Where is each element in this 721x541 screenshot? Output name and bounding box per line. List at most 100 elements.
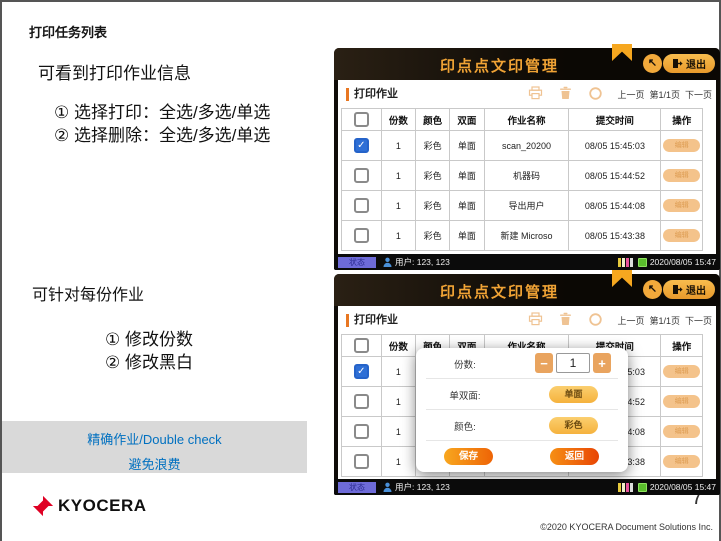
pagination: 上一页 第1/1页 下一页: [617, 314, 712, 327]
header-action: 操作: [661, 335, 703, 357]
trash-icon[interactable]: [557, 86, 574, 102]
exit-door-icon: [672, 284, 683, 295]
cell-copies: 1: [381, 191, 415, 221]
select-all-checkbox[interactable]: [354, 112, 369, 127]
refresh-icon[interactable]: [587, 86, 604, 102]
cell-copies: 1: [381, 161, 415, 191]
user-icon: [383, 257, 392, 267]
next-page-button[interactable]: 下一页: [685, 88, 712, 101]
cell-time: 08/05 15:45:03: [569, 131, 661, 161]
kyocera-logo-icon: [32, 495, 54, 517]
cell-copies: 1: [381, 387, 415, 417]
edit-job-button[interactable]: 编辑: [663, 229, 700, 242]
duplex-label: 单双面:: [416, 388, 514, 402]
edit-job-button[interactable]: 编辑: [663, 455, 700, 468]
status-right: 2020/08/05 15:47: [618, 482, 716, 492]
jobs-toolbar: 上一页 第1/1页 下一页: [527, 86, 712, 102]
page-title: 打印任务列表: [29, 22, 107, 41]
select-all-checkbox[interactable]: [354, 338, 369, 353]
cell-color: 彩色: [415, 191, 449, 221]
app-screenshot-edit-dialog: 印点点文印管理 ↖ 退出 打印作业 上一页 第1/1页 下一页: [334, 274, 720, 495]
copies-input[interactable]: [556, 353, 590, 373]
dialog-color-row: 颜色: 彩色: [416, 410, 628, 441]
table-row: 1彩色单面新建 Microso08/05 15:43:38编辑: [342, 221, 703, 251]
dialog-copies-row: 份数: − +: [416, 348, 628, 379]
copies-minus-button[interactable]: −: [535, 353, 553, 373]
back-circle-icon[interactable]: ↖: [643, 54, 662, 73]
copies-plus-button[interactable]: +: [593, 353, 611, 373]
duplex-toggle-button[interactable]: 单面: [549, 386, 598, 403]
header-duplex: 双面: [450, 109, 484, 131]
exit-label: 退出: [686, 282, 706, 297]
panel-title: 打印作业: [346, 314, 398, 327]
header-time: 提交时间: [569, 109, 661, 131]
color-toggle-button[interactable]: 彩色: [549, 417, 598, 434]
prev-page-button[interactable]: 上一页: [617, 314, 644, 327]
table-row: 1彩色单面导出用户08/05 15:44:08编辑: [342, 191, 703, 221]
row-checkbox[interactable]: [354, 454, 369, 469]
logged-in-user: 用户: 123, 123: [395, 256, 450, 268]
pagination: 上一页 第1/1页 下一页: [617, 88, 712, 101]
table-header-row: 份数 颜色 双面 作业名称 提交时间 操作: [342, 109, 703, 131]
cell-time: 08/05 15:44:52: [569, 161, 661, 191]
next-page-button[interactable]: 下一页: [685, 314, 712, 327]
trash-icon[interactable]: [557, 312, 574, 328]
edit-job-button[interactable]: 编辑: [663, 425, 700, 438]
highlight-note: 精确作业/Double check 避免浪费: [2, 421, 307, 473]
jobs-table: 份数 颜色 双面 作业名称 提交时间 操作 ✓1彩色单面scan_2020008…: [341, 108, 703, 251]
row-checkbox[interactable]: [354, 198, 369, 213]
section2-item-bw: ② 修改黑白: [105, 348, 193, 373]
page-indicator: 第1/1页: [649, 88, 680, 101]
cell-copies: 1: [381, 417, 415, 447]
save-button[interactable]: 保存: [444, 448, 493, 465]
row-checkbox[interactable]: ✓: [354, 364, 369, 379]
row-checkbox[interactable]: ✓: [354, 138, 369, 153]
section2-heading: 可针对每份作业: [32, 281, 144, 305]
printer-icon[interactable]: [527, 312, 544, 328]
back-circle-icon[interactable]: ↖: [643, 280, 662, 299]
note-line2: 避免浪费: [2, 454, 307, 473]
exit-button[interactable]: 退出: [662, 279, 716, 300]
edit-job-button[interactable]: 编辑: [663, 139, 700, 152]
exit-label: 退出: [686, 56, 706, 71]
status-badge: 状态: [338, 482, 376, 493]
refresh-icon[interactable]: [587, 312, 604, 328]
exit-button[interactable]: 退出: [662, 53, 716, 74]
header-copies: 份数: [381, 109, 415, 131]
row-checkbox[interactable]: [354, 424, 369, 439]
status-datetime: 2020/08/05 15:47: [650, 257, 716, 267]
ribbon-icon: [612, 270, 632, 287]
row-checkbox[interactable]: [354, 394, 369, 409]
panel-title: 打印作业: [346, 88, 398, 101]
row-checkbox[interactable]: [354, 168, 369, 183]
jobs-panel: 打印作业 上一页 第1/1页 下一页 份数 颜色: [338, 306, 716, 479]
cell-duplex: 单面: [450, 161, 484, 191]
toner-levels-icon: [618, 483, 633, 492]
dialog-duplex-row: 单双面: 单面: [416, 379, 628, 410]
header-color: 颜色: [415, 109, 449, 131]
cell-name: scan_20200: [484, 131, 569, 161]
app-title: 印点点文印管理: [394, 55, 605, 76]
app-screenshot-job-list: 印点点文印管理 ↖ 退出 打印作业 上一页 第1/1页 下一页: [334, 48, 720, 270]
copies-label: 份数:: [416, 357, 514, 371]
cell-duplex: 单面: [450, 191, 484, 221]
edit-job-button[interactable]: 编辑: [663, 365, 700, 378]
logged-in-user: 用户: 123, 123: [395, 481, 450, 493]
note-line1: 精确作业/Double check: [2, 429, 307, 448]
edit-job-button[interactable]: 编辑: [663, 395, 700, 408]
cell-color: 彩色: [415, 221, 449, 251]
status-bar: 状态 用户: 123, 123 2020/08/05 15:47: [334, 254, 720, 270]
printer-icon[interactable]: [527, 86, 544, 102]
dialog-buttons-row: 保存 返回: [416, 441, 628, 472]
edit-job-button[interactable]: 编辑: [663, 199, 700, 212]
row-checkbox[interactable]: [354, 228, 369, 243]
status-ok-icon: [638, 483, 647, 492]
section1-item-delete: ② 选择删除：全选/多选/单选: [54, 121, 270, 146]
prev-page-button[interactable]: 上一页: [617, 88, 644, 101]
edit-job-button[interactable]: 编辑: [663, 169, 700, 182]
status-badge: 状态: [338, 257, 376, 268]
jobs-panel: 打印作业 上一页 第1/1页 下一页 份数 颜色: [338, 80, 716, 254]
cell-name: 新建 Microso: [484, 221, 569, 251]
cell-copies: 1: [381, 131, 415, 161]
back-button[interactable]: 返回: [550, 448, 599, 465]
